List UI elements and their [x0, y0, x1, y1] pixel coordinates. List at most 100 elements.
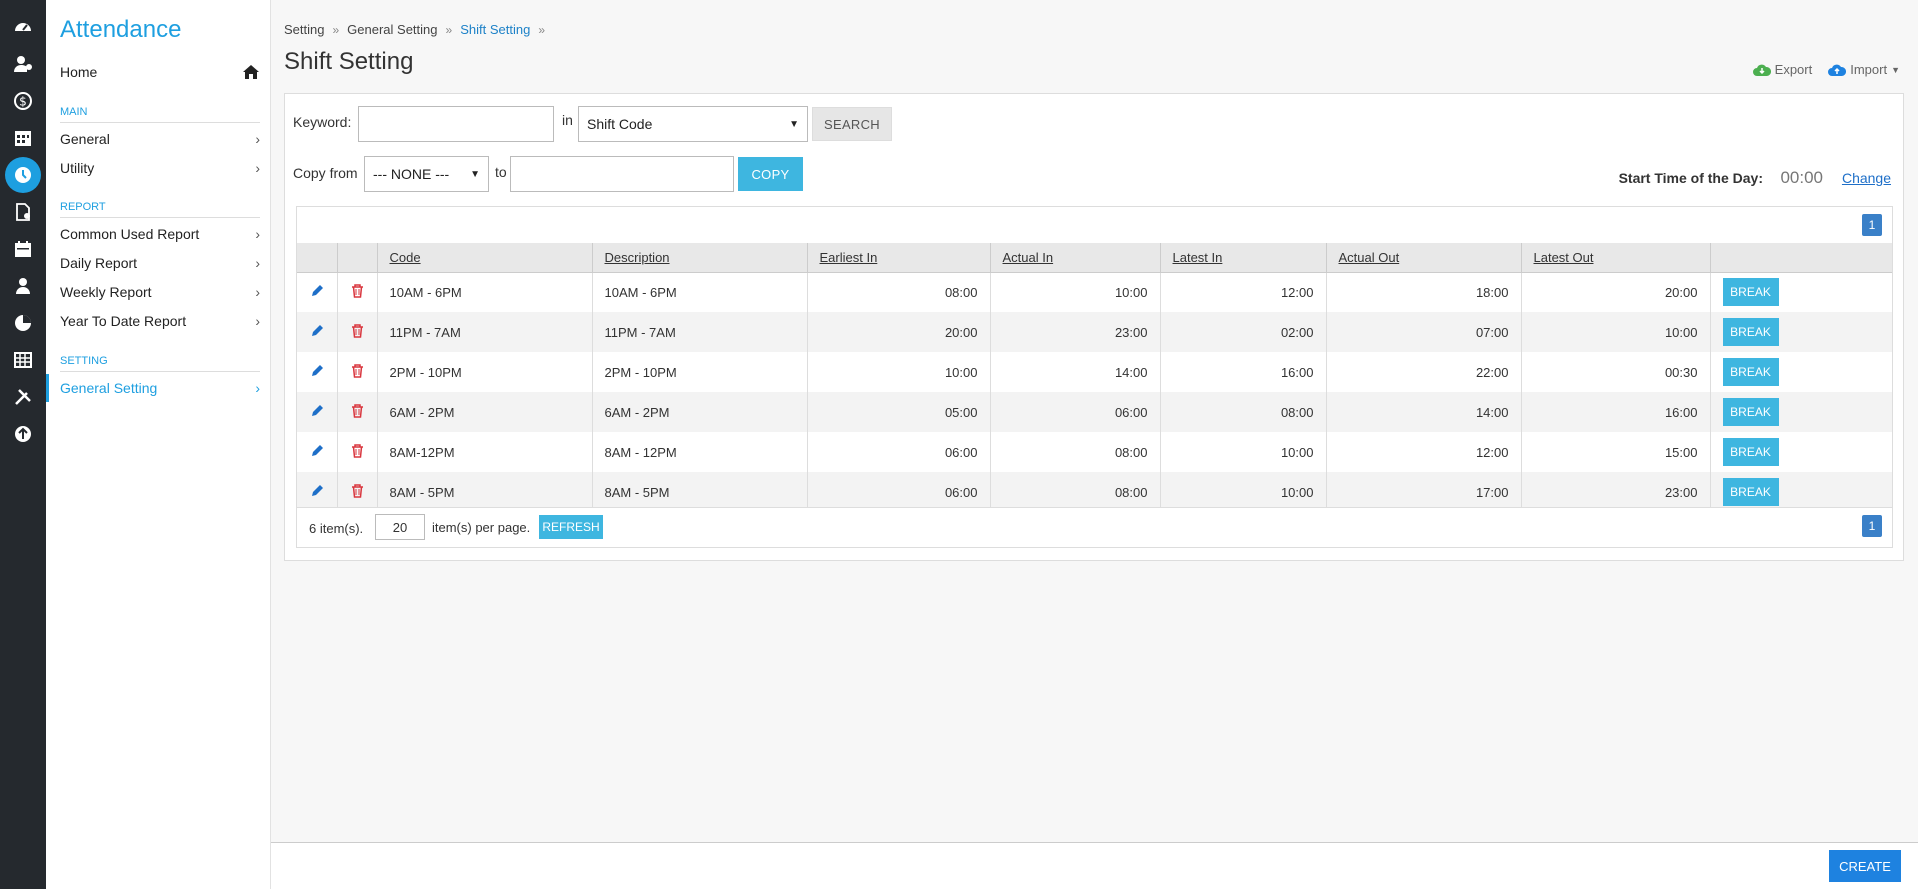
- sidebar-item-weekly-report[interactable]: Weekly Report ›: [60, 279, 260, 305]
- sidebar-item-general-setting[interactable]: General Setting ›: [60, 375, 260, 401]
- col-description[interactable]: Description: [591, 243, 807, 273]
- clock-icon[interactable]: [0, 157, 46, 193]
- cell-latest-out: 20:00: [1520, 272, 1710, 312]
- sidebar: Attendance Home MAIN General › Utility › R…: [46, 0, 271, 889]
- svg-text:$: $: [19, 95, 27, 109]
- chevron-right-icon: ›: [255, 380, 260, 396]
- edit-icon[interactable]: [297, 472, 337, 512]
- cell-latest-in: 10:00: [1159, 432, 1326, 472]
- col-latest-in[interactable]: Latest In: [1159, 243, 1326, 273]
- keyword-input[interactable]: [358, 106, 554, 142]
- cell-actual-in: 06:00: [989, 392, 1160, 432]
- table-row: 6AM - 2PM 6AM - 2PM 05:00 06:00 08:00 14:00 16…: [297, 392, 1892, 432]
- edit-icon[interactable]: [297, 392, 337, 432]
- table-row: 2PM - 10PM 2PM - 10PM 10:00 14:00 16:00 22:00…: [297, 352, 1892, 392]
- cell-actual-in: 23:00: [989, 312, 1160, 352]
- edit-icon[interactable]: [297, 352, 337, 392]
- calendar-icon[interactable]: [0, 231, 46, 267]
- document-icon[interactable]: [0, 194, 46, 230]
- cell-latest-out: 16:00: [1520, 392, 1710, 432]
- chevron-right-icon: ›: [255, 313, 260, 329]
- break-button[interactable]: BREAK: [1722, 398, 1779, 426]
- sidebar-item-ytd-report[interactable]: Year To Date Report ›: [60, 308, 260, 334]
- change-start-time-link[interactable]: Change: [1842, 170, 1891, 186]
- import-button[interactable]: Import ▼: [1828, 62, 1900, 77]
- delete-icon[interactable]: [336, 312, 377, 352]
- chevron-down-icon: ▼: [470, 168, 480, 180]
- active-indicator: [46, 374, 49, 402]
- user-settings-icon[interactable]: [0, 46, 46, 82]
- delete-icon[interactable]: [336, 392, 377, 432]
- upload-icon[interactable]: [0, 416, 46, 452]
- per-page-input[interactable]: 20: [375, 514, 425, 540]
- sidebar-item-general[interactable]: General ›: [60, 126, 260, 152]
- search-field-select[interactable]: Shift Code ▼: [578, 106, 808, 142]
- sidebar-item-daily-report[interactable]: Daily Report ›: [60, 250, 260, 276]
- cell-latest-out: 23:00: [1520, 472, 1710, 512]
- chevron-right-icon: ›: [255, 255, 260, 271]
- cell-code: 10AM - 6PM: [376, 272, 592, 312]
- breadcrumb-general-setting[interactable]: General Setting: [347, 22, 437, 37]
- bottom-action-bar: CREATE: [271, 842, 1918, 889]
- refresh-button[interactable]: REFRESH: [539, 515, 603, 539]
- cell-code: 8AM - 5PM: [376, 472, 592, 512]
- cell-code: 2PM - 10PM: [376, 352, 592, 392]
- table-icon[interactable]: [0, 342, 46, 378]
- shift-table: Code Description Earliest In Actual In L…: [297, 243, 1892, 512]
- sidebar-item-home[interactable]: Home: [60, 60, 260, 84]
- cell-description: 6AM - 2PM: [591, 392, 807, 432]
- cell-actual-out: 22:00: [1325, 352, 1521, 392]
- col-latest-out[interactable]: Latest Out: [1520, 243, 1710, 273]
- copy-button[interactable]: COPY: [738, 157, 803, 191]
- delete-icon[interactable]: [336, 272, 377, 312]
- edit-icon[interactable]: [297, 312, 337, 352]
- caret-down-icon: ▼: [1891, 64, 1900, 75]
- page-title: Shift Setting: [284, 48, 414, 75]
- break-button[interactable]: BREAK: [1722, 318, 1779, 346]
- cell-latest-in: 12:00: [1159, 272, 1326, 312]
- cloud-upload-icon: [1828, 64, 1847, 76]
- copy-from-label: Copy from: [293, 165, 358, 181]
- chevron-right-icon: ›: [255, 160, 260, 176]
- chevron-right-icon: ›: [255, 226, 260, 242]
- grid-footer: 6 item(s). 20 item(s) per page. REFRESH …: [297, 507, 1892, 547]
- search-button[interactable]: SEARCH: [812, 107, 892, 141]
- cell-description: 2PM - 10PM: [591, 352, 807, 392]
- cell-actual-in: 14:00: [989, 352, 1160, 392]
- copy-from-select[interactable]: --- NONE --- ▼: [364, 156, 489, 192]
- cell-actual-in: 08:00: [989, 472, 1160, 512]
- export-button[interactable]: Export: [1752, 62, 1812, 77]
- delete-icon[interactable]: [336, 432, 377, 472]
- copy-to-input[interactable]: [510, 156, 734, 192]
- payroll-icon[interactable]: $: [0, 83, 46, 119]
- pie-chart-icon[interactable]: [0, 305, 46, 341]
- calendar-grid-icon[interactable]: [0, 120, 46, 156]
- col-code[interactable]: Code: [376, 243, 592, 273]
- col-actual-out[interactable]: Actual Out: [1325, 243, 1521, 273]
- table-row: 10AM - 6PM 10AM - 6PM 08:00 10:00 12:00 18:00…: [297, 272, 1892, 312]
- breadcrumb-shift-setting[interactable]: Shift Setting: [460, 22, 530, 37]
- break-button[interactable]: BREAK: [1722, 478, 1779, 506]
- edit-icon[interactable]: [297, 272, 337, 312]
- pager-page-bottom[interactable]: 1: [1862, 515, 1882, 537]
- break-button[interactable]: BREAK: [1722, 278, 1779, 307]
- create-button[interactable]: CREATE: [1829, 850, 1901, 882]
- cell-description: 11PM - 7AM: [591, 312, 807, 352]
- person-icon[interactable]: [0, 268, 46, 304]
- delete-icon[interactable]: [336, 352, 377, 392]
- cell-actual-out: 17:00: [1325, 472, 1521, 512]
- col-actual-in[interactable]: Actual In: [989, 243, 1160, 273]
- dashboard-icon[interactable]: [0, 9, 46, 45]
- breadcrumb-setting[interactable]: Setting: [284, 22, 324, 37]
- sidebar-item-utility[interactable]: Utility ›: [60, 155, 260, 181]
- tools-icon[interactable]: [0, 379, 46, 415]
- break-button[interactable]: BREAK: [1722, 438, 1779, 466]
- keyword-label: Keyword:: [293, 114, 352, 130]
- break-button[interactable]: BREAK: [1722, 358, 1779, 386]
- col-earliest-in[interactable]: Earliest In: [806, 243, 990, 273]
- delete-icon[interactable]: [336, 472, 377, 512]
- edit-icon[interactable]: [297, 432, 337, 472]
- icon-rail: $: [0, 0, 46, 889]
- sidebar-item-common-used-report[interactable]: Common Used Report ›: [60, 221, 260, 247]
- pager-page-top[interactable]: 1: [1862, 214, 1882, 236]
